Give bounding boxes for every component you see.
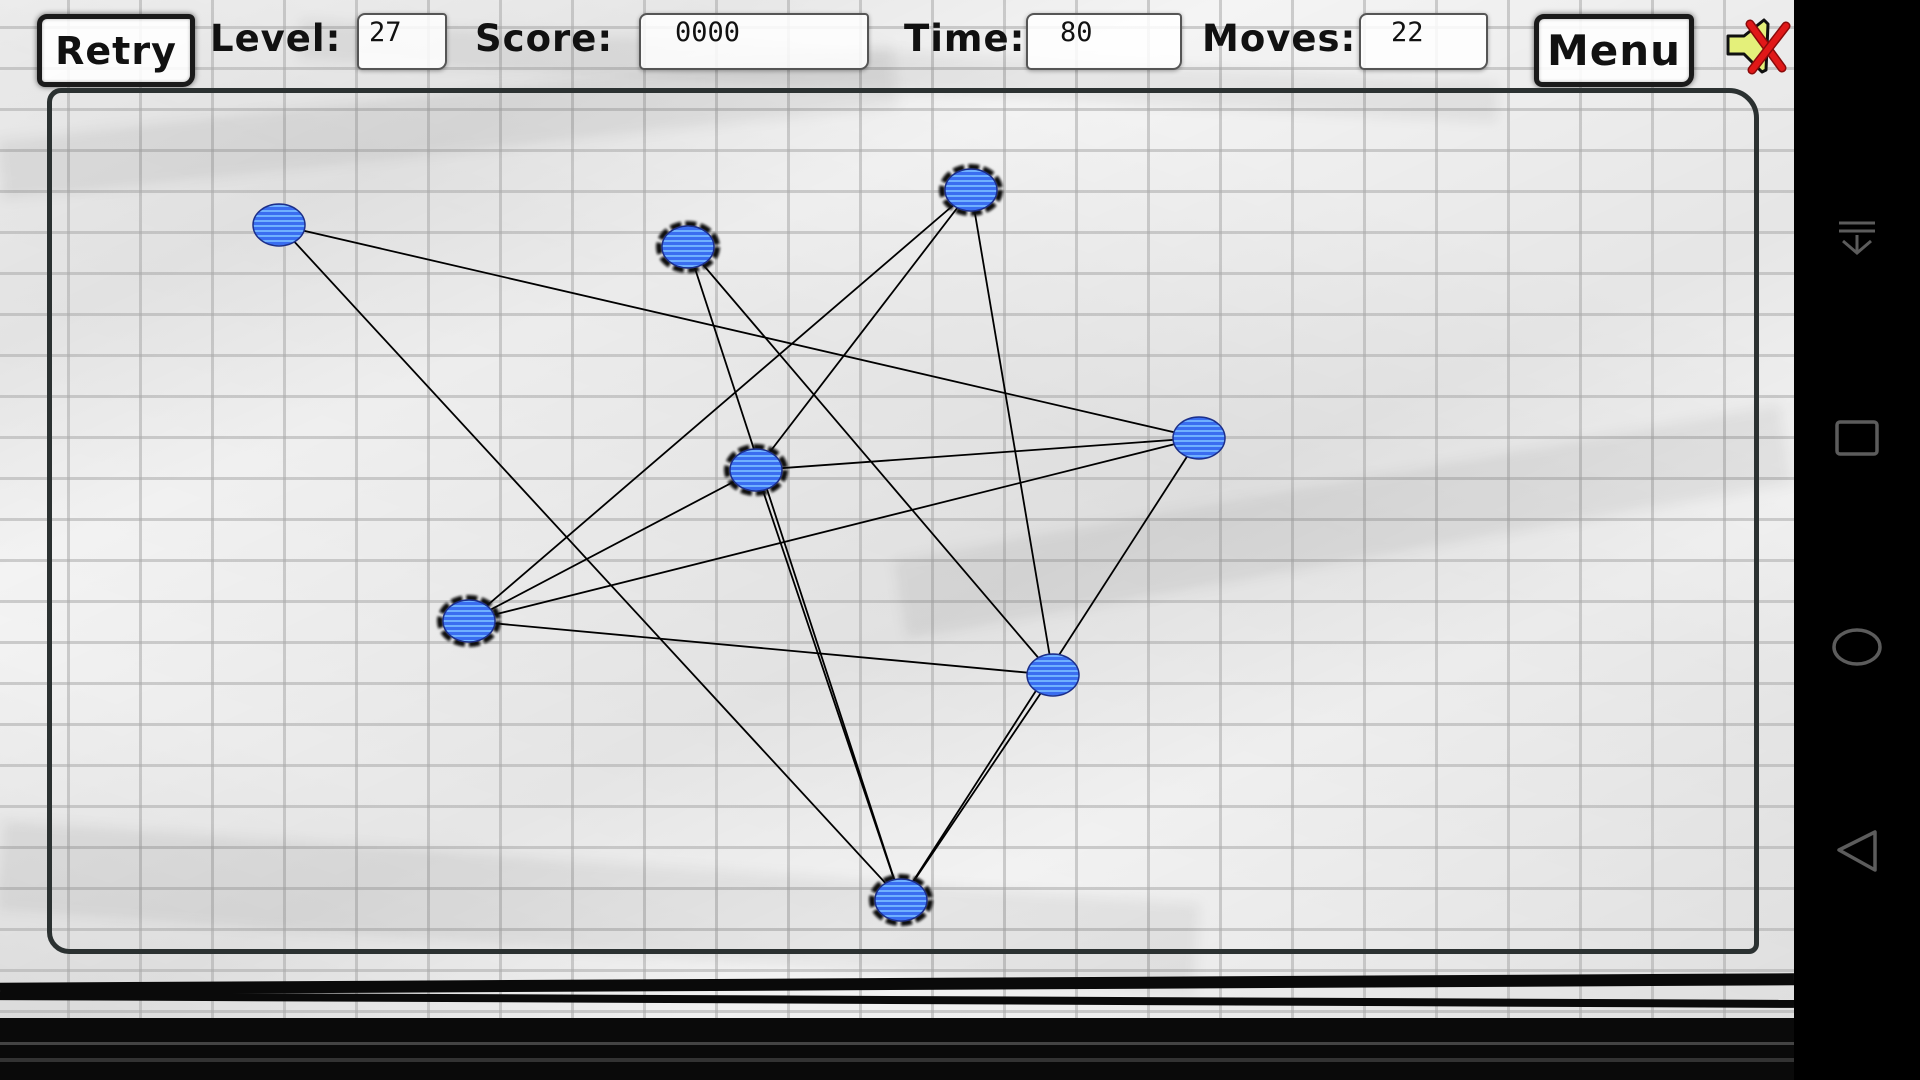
back-icon — [1837, 830, 1877, 872]
node-n7[interactable] — [1026, 653, 1080, 697]
recents-button[interactable] — [1794, 418, 1920, 468]
edge-n3-n6 — [468, 189, 972, 622]
node-n1[interactable] — [252, 203, 306, 247]
puzzle-board[interactable] — [0, 0, 1794, 1080]
node-body — [1026, 653, 1080, 697]
ink-scribble — [0, 1018, 1794, 1080]
edges-layer — [278, 189, 1200, 901]
node-body — [442, 599, 496, 643]
game-screen: Retry Level: 27 Score: 0000 Time: 80 Mov… — [0, 0, 1794, 1080]
node-n2[interactable] — [656, 221, 720, 273]
node-body — [874, 878, 928, 922]
node-body — [1172, 416, 1226, 460]
edge-n6-n4 — [468, 437, 1200, 622]
edge-n6-n7 — [468, 620, 1054, 676]
collapse-button[interactable] — [1794, 215, 1920, 265]
collapse-icon — [1839, 221, 1875, 255]
node-body — [944, 168, 998, 212]
back-button[interactable] — [1794, 824, 1920, 880]
node-n5[interactable] — [724, 444, 788, 496]
edge-n5-n6 — [468, 469, 757, 622]
edge-n1-n8 — [278, 224, 902, 901]
home-button[interactable] — [1794, 620, 1920, 676]
node-body — [661, 225, 715, 269]
android-nav-bar — [1794, 0, 1920, 1080]
node-body — [729, 448, 783, 492]
node-body — [252, 203, 306, 247]
node-n6[interactable] — [437, 595, 501, 647]
node-n4[interactable] — [1172, 416, 1226, 460]
node-n8[interactable] — [869, 874, 933, 926]
ink-scribble-highlight — [0, 1058, 1794, 1062]
ink-scribble-highlight — [0, 1042, 1794, 1045]
node-n3[interactable] — [939, 164, 1003, 216]
recents-icon — [1835, 420, 1879, 456]
edge-n3-n5 — [755, 189, 972, 471]
edge-n5-n8 — [755, 469, 902, 901]
nodes-layer — [252, 164, 1226, 926]
home-icon — [1832, 628, 1882, 666]
edge-n3-n7 — [970, 189, 1054, 676]
edge-n7-n8 — [900, 674, 1054, 901]
